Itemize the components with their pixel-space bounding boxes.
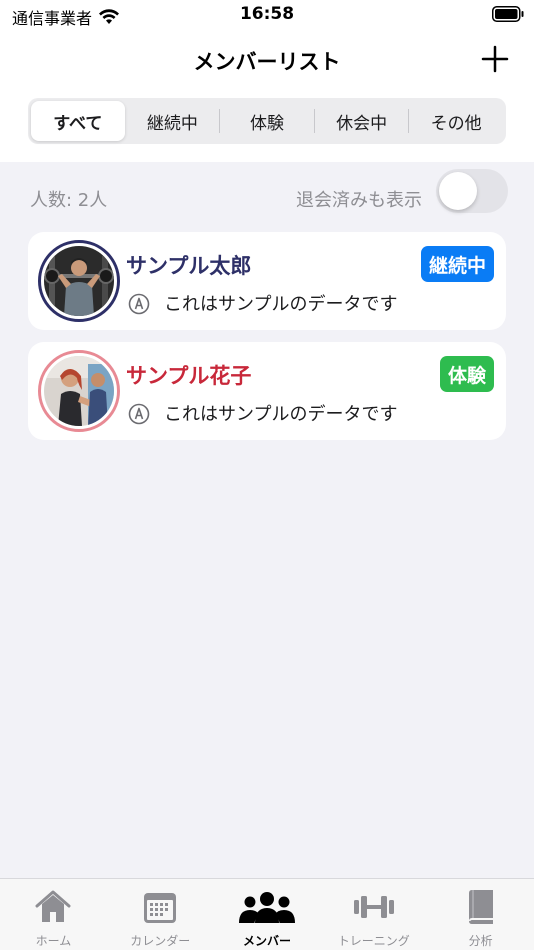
tab-label: トレーニング: [337, 934, 410, 948]
tab-label: カレンダー: [130, 934, 191, 948]
member-memo: これはサンプルのデータです: [164, 404, 398, 425]
page-title: メンバーリスト: [193, 50, 341, 74]
tab-training[interactable]: トレーニング: [320, 879, 427, 950]
battery-icon: [492, 6, 524, 22]
segment-label: 体験: [249, 113, 284, 134]
segment-continuing[interactable]: 継続中: [126, 101, 220, 141]
member-memo: これはサンプルのデータです: [164, 294, 398, 315]
book-icon: [468, 890, 493, 924]
pen-icon: [128, 403, 150, 425]
tab-label: メンバー: [242, 934, 291, 948]
people-icon: [238, 892, 295, 923]
status-badge: 体験: [439, 356, 494, 392]
avatar-ring: [38, 240, 120, 322]
tab-calendar[interactable]: カレンダー: [107, 879, 214, 950]
avatar: [44, 356, 114, 426]
status-bar: 通信事業者 16:58: [0, 0, 534, 32]
show-withdrawn-label: 退会済みも表示: [296, 190, 422, 211]
segment-label: その他: [430, 113, 482, 134]
member-card[interactable]: サンプル花子 体験 これはサンプルのデータです: [28, 342, 506, 440]
pen-icon: [128, 293, 150, 315]
tab-analysis[interactable]: 分析: [427, 879, 534, 950]
segment-label: 休会中: [336, 113, 388, 134]
member-name: サンプル太郎: [126, 254, 252, 278]
tab-label: ホーム: [35, 934, 72, 948]
dumbbell-icon: [353, 896, 394, 918]
house-icon: [35, 890, 71, 922]
member-name: サンプル花子: [126, 364, 252, 388]
status-filter-segmented: すべて 継続中 体験 休会中 その他: [28, 98, 506, 144]
segment-label: 継続中: [146, 113, 198, 134]
show-withdrawn-toggle[interactable]: [436, 169, 508, 213]
segment-label: すべて: [53, 113, 103, 134]
segment-trial[interactable]: 体験: [220, 101, 314, 141]
calendar-icon: [144, 893, 177, 923]
segment-paused[interactable]: 休会中: [315, 101, 409, 141]
tab-home[interactable]: ホーム: [0, 879, 107, 950]
tab-bar: ホーム カレンダー メンバー トレーニング 分析: [0, 878, 534, 950]
member-card[interactable]: サンプル太郎 継続中 これはサンプルのデータです: [28, 232, 506, 330]
toggle-knob: [439, 172, 477, 210]
segment-all[interactable]: すべて: [31, 101, 125, 141]
tab-members[interactable]: メンバー: [214, 879, 321, 950]
avatar: [44, 246, 114, 316]
tab-label: 分析: [468, 934, 493, 948]
plus-icon[interactable]: [480, 44, 510, 74]
status-time: 16:58: [239, 4, 295, 24]
status-badge: 継続中: [420, 246, 494, 282]
avatar-ring: [38, 350, 120, 432]
segment-other[interactable]: その他: [409, 101, 503, 141]
member-count: 人数: 2人: [30, 190, 108, 211]
